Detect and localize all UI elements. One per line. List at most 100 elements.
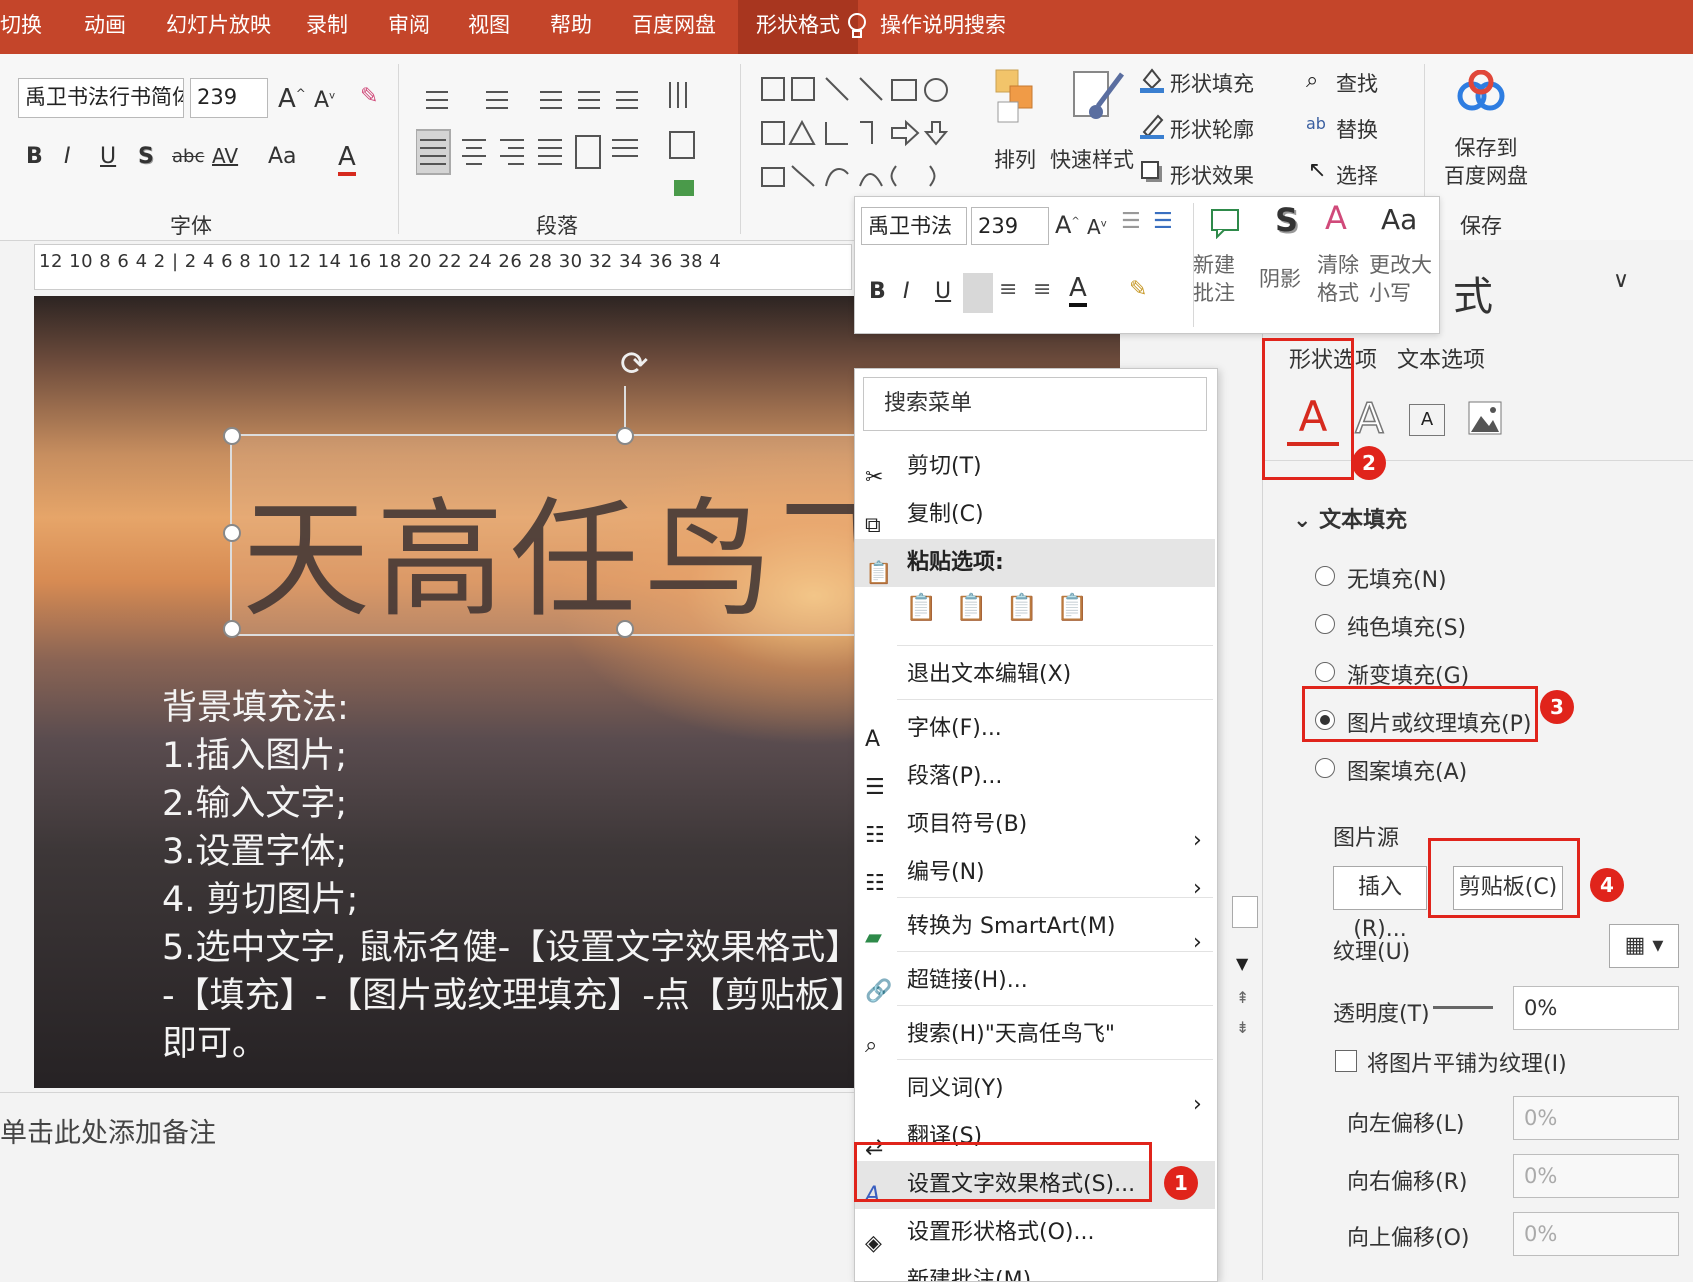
tab-text-options[interactable]: 文本选项 [1397, 342, 1485, 374]
search-menu-input[interactable]: 搜索菜单 [863, 377, 1207, 431]
radio-button[interactable] [1315, 758, 1335, 778]
resize-handle[interactable] [223, 524, 241, 542]
mini-font-color-button[interactable]: A [1069, 273, 1087, 307]
radio-button[interactable] [1315, 662, 1335, 682]
menu-item-exit-text-edit[interactable]: 退出文本编辑(X) [855, 651, 1215, 699]
mini-grow-font-icon[interactable]: A^ [1055, 211, 1080, 239]
font-icon: A [865, 727, 881, 752]
shapes-gallery[interactable] [756, 70, 976, 200]
textbox-icon[interactable]: A [1409, 404, 1445, 436]
tile-checkbox[interactable] [1335, 1050, 1357, 1072]
menu-item-font[interactable]: A 字体(F)... [855, 705, 1215, 753]
radio-button[interactable] [1315, 614, 1335, 634]
transparency-input[interactable]: 0% [1513, 986, 1679, 1030]
prev-slide-icon[interactable]: ⇞ [1236, 988, 1249, 1007]
tab-slideshow[interactable]: 幻灯片放映 [166, 0, 271, 54]
paragraph-icons[interactable] [416, 78, 716, 208]
text-shadow-button[interactable]: S [138, 144, 154, 169]
paste-option-icons[interactable]: 📋📋📋📋 [905, 593, 1107, 623]
title-text[interactable]: 天高任鸟飞 [242, 456, 912, 641]
tab-review[interactable]: 审阅 [388, 0, 430, 54]
transparency-slider[interactable] [1433, 1006, 1493, 1009]
grow-font-icon[interactable]: A^ [278, 84, 306, 114]
tell-me-search[interactable]: 操作说明搜索 [848, 0, 1006, 54]
offset-top-label: 向上偏移(O) [1347, 1226, 1470, 1251]
ribbon-tab-bar: 切换 动画 幻灯片放映 录制 审阅 视图 帮助 百度网盘 形状格式 操作说明搜索 [0, 0, 1693, 54]
menu-item-cut[interactable]: ✂ 剪切(T) [855, 443, 1215, 491]
menu-item-new-comment[interactable]: ▭新建批注(M) [855, 1257, 1215, 1281]
menu-item-search[interactable]: ⌕ 搜索(H)"天高任鸟飞" [855, 1011, 1215, 1059]
menu-item-numbering[interactable]: ☷ 编号(N) › [855, 849, 1215, 901]
rotate-handle-icon[interactable]: ⟳ [620, 344, 649, 384]
pane-options-chevron-icon[interactable]: ∨ [1613, 268, 1629, 293]
vertical-scrollbar[interactable]: ▼ ⇞ ⇟ [1232, 882, 1258, 1222]
menu-separator [897, 699, 1213, 700]
font-group-label: 字体 [170, 214, 212, 238]
mini-underline-button[interactable]: U [935, 279, 951, 304]
mini-align-right-icon[interactable]: ≡ [1033, 277, 1051, 302]
clear-formatting-icon[interactable]: ✎ [360, 84, 378, 109]
instruction-line: 5.选中文字, 鼠标名健-【设置文字效果格式】 [162, 928, 861, 968]
text-effects-icon[interactable]: A [1354, 393, 1384, 444]
tab-view[interactable]: 视图 [468, 0, 510, 54]
texture-picker[interactable]: ▦ ▾ [1609, 924, 1679, 968]
tab-baidu-netdisk[interactable]: 百度网盘 [632, 0, 716, 54]
next-slide-icon[interactable]: ⇟ [1236, 1018, 1249, 1037]
shrink-font-icon[interactable]: Av [314, 88, 335, 113]
title-textbox[interactable]: 天高任鸟飞 [223, 427, 914, 638]
menu-item-paragraph[interactable]: ☰ 段落(P)... [855, 753, 1215, 801]
tab-help[interactable]: 帮助 [550, 0, 592, 54]
tell-me-label: 操作说明搜索 [880, 13, 1006, 37]
insert-picture-button[interactable]: 插入(R)... [1333, 866, 1427, 942]
notes-pane[interactable]: 单击此处添加备注 [0, 1092, 860, 1281]
menu-item-copy[interactable]: ⧉ 复制(C) [855, 491, 1215, 539]
offset-left-label: 向左偏移(L) [1347, 1112, 1465, 1137]
mini-align-left-button[interactable] [963, 273, 993, 313]
menu-item-smartart[interactable]: ▰ 转换为 SmartArt(M) › [855, 903, 1215, 955]
offset-left-input[interactable]: 0% [1513, 1096, 1679, 1140]
char-spacing-button[interactable]: AV [212, 144, 238, 168]
tab-shape-format[interactable]: 形状格式 [738, 0, 858, 54]
mini-align-center-icon[interactable]: ≡ [999, 277, 1017, 302]
menu-item-paste-options[interactable]: 📋 粘贴选项: [855, 539, 1215, 587]
tab-record[interactable]: 录制 [306, 0, 348, 54]
offset-top-input[interactable]: 0% [1513, 1212, 1679, 1256]
bold-button[interactable]: B [26, 144, 43, 169]
menu-item-hyperlink[interactable]: 🔗 超链接(H)... [855, 957, 1215, 1005]
step-badge-2: 2 [1352, 446, 1386, 480]
change-case-button[interactable]: Aa [268, 144, 297, 169]
mini-font-name[interactable]: 禹卫书法 [861, 207, 967, 245]
menu-item-format-shape[interactable]: ◈ 设置形状格式(O)... [855, 1209, 1215, 1257]
menu-item-synonyms[interactable]: 同义词(Y) › [855, 1065, 1215, 1117]
scroll-thumb[interactable] [1232, 896, 1258, 928]
mini-font-size[interactable]: 239 [971, 207, 1049, 245]
resize-handle[interactable] [223, 620, 241, 638]
strikethrough-button[interactable]: abc [172, 146, 204, 167]
resize-handle[interactable] [616, 620, 634, 638]
increase-indent-icon[interactable]: ☰ [1153, 209, 1173, 234]
radio-button[interactable] [1315, 566, 1335, 586]
menu-item-bullets[interactable]: ☷ 项目符号(B) › [855, 801, 1215, 853]
picture-icon[interactable] [1467, 400, 1503, 436]
format-painter-icon[interactable]: ✎ [1129, 277, 1147, 302]
notes-placeholder: 单击此处添加备注 [0, 1118, 216, 1149]
decrease-indent-icon[interactable]: ☰ [1121, 209, 1141, 234]
font-color-button[interactable]: A [338, 142, 356, 176]
instruction-text[interactable]: 背景填充法: 1.插入图片; 2.输入文字; 3.设置字体; 4. 剪切图片; … [162, 684, 865, 1068]
font-size-combo[interactable]: 239 [190, 78, 268, 118]
mini-shrink-font-icon[interactable]: Av [1087, 215, 1107, 239]
resize-handle[interactable] [223, 427, 241, 445]
horizontal-ruler[interactable]: 12 10 8 6 4 2 | 2 4 6 8 10 12 14 16 18 2… [34, 244, 852, 290]
italic-button[interactable]: I [64, 144, 71, 169]
tab-transitions[interactable]: 切换 [0, 0, 42, 54]
offset-right-input[interactable]: 0% [1513, 1154, 1679, 1198]
resize-handle[interactable] [616, 427, 634, 445]
scroll-down-icon[interactable]: ▼ [1236, 954, 1248, 973]
tab-animations[interactable]: 动画 [84, 0, 126, 54]
mini-bold-button[interactable]: B [869, 279, 886, 304]
underline-button[interactable]: U [100, 144, 116, 169]
text-fill-section[interactable]: ⌄ 文本填充 [1293, 502, 1407, 534]
mini-italic-button[interactable]: I [903, 279, 910, 304]
font-name-combo[interactable]: 禹卫书法行书简体 [18, 78, 184, 118]
highlight-box-step2 [1262, 338, 1354, 480]
